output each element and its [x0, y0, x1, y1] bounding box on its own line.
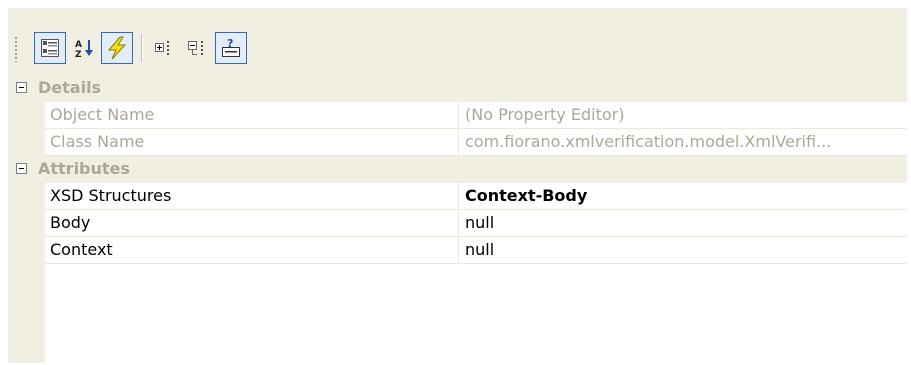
collapse-toggle-icon[interactable]	[16, 163, 27, 174]
property-value: (No Property Editor)	[459, 102, 907, 128]
categorized-view-button[interactable]	[34, 32, 66, 64]
property-sheet: A Z ? Details Object Name (No Property E…	[8, 8, 907, 363]
category-title: Details	[38, 78, 102, 97]
property-name: XSD Structures	[45, 183, 459, 209]
description-help-icon: ?	[222, 37, 240, 57]
property-row[interactable]: XSD Structures Context-Body	[8, 183, 907, 210]
toolbar: A Z ?	[8, 8, 907, 75]
collapse-all-button[interactable]	[181, 32, 213, 64]
property-name: Body	[45, 210, 459, 236]
sort-alphabetical-icon: A Z	[75, 40, 93, 59]
empty-grid-area	[45, 264, 907, 363]
collapse-toggle-icon[interactable]	[16, 82, 27, 93]
events-button[interactable]	[101, 32, 133, 64]
collapse-all-icon	[188, 41, 203, 55]
property-row[interactable]: Class Name com.fiorano.xmlverification.m…	[8, 129, 907, 156]
property-row[interactable]: Body null	[8, 210, 907, 237]
property-value: com.fiorano.xmlverification.model.XmlVer…	[459, 129, 907, 155]
expand-all-button[interactable]	[148, 32, 180, 64]
toolbar-grip[interactable]	[14, 36, 18, 62]
property-row[interactable]: Object Name (No Property Editor)	[8, 102, 907, 129]
property-name: Class Name	[45, 129, 459, 155]
property-value[interactable]: null	[459, 210, 907, 236]
alphabetical-sort-button[interactable]: A Z	[68, 32, 100, 64]
toolbar-separator	[141, 34, 143, 62]
categorized-icon	[41, 39, 59, 57]
property-grid: Details Object Name (No Property Editor)…	[8, 75, 907, 363]
property-name: Object Name	[45, 102, 459, 128]
property-row[interactable]: Context null	[8, 237, 907, 264]
events-lightning-icon	[107, 36, 127, 60]
svg-text:Z: Z	[75, 50, 82, 59]
category-details[interactable]: Details	[8, 75, 907, 102]
description-help-button[interactable]: ?	[215, 32, 247, 64]
expand-all-icon	[155, 41, 169, 55]
property-value[interactable]: Context-Body	[459, 183, 907, 209]
property-name: Context	[45, 237, 459, 263]
svg-text:A: A	[75, 40, 82, 50]
property-value[interactable]: null	[459, 237, 907, 263]
svg-text:?: ?	[227, 37, 233, 50]
category-attributes[interactable]: Attributes	[8, 156, 907, 183]
category-title: Attributes	[38, 159, 130, 178]
